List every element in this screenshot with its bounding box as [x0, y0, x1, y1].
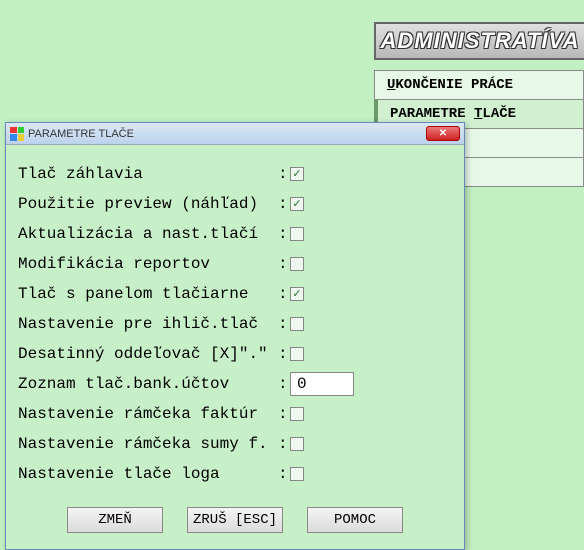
menu-label: UKONČENIE PRÁCE: [387, 77, 513, 93]
label: Nastavenie rámčeka faktúr: [18, 405, 278, 423]
row-desatinny-oddelovac: Desatinný oddeľovač [X]"." :: [18, 339, 452, 369]
row-tlac-s-panelom: Tlač s panelom tlačiarne : ✓: [18, 279, 452, 309]
dialog-body: Tlač záhlavia : ✓ Použitie preview (náhľ…: [6, 145, 464, 549]
row-zoznam-tlac-bank: Zoznam tlač.bank.účtov :: [18, 369, 452, 399]
button-row: ZMEŇ ZRUŠ [ESC] POMOC: [18, 507, 452, 533]
banner-administrativa: ADMINISTRATÍVA: [374, 22, 584, 60]
titlebar: PARAMETRE TLAČE ✕: [6, 123, 464, 145]
row-pouzitie-preview: Použitie preview (náhľad) : ✓: [18, 189, 452, 219]
label: Použitie preview (náhľad): [18, 195, 278, 213]
checkbox-ramceka-faktur[interactable]: [290, 407, 304, 421]
dialog-parametre-tlace: PARAMETRE TLAČE ✕ Tlač záhlavia : ✓ Použ…: [5, 122, 465, 550]
dialog-title: PARAMETRE TLAČE: [28, 128, 426, 140]
label: Desatinný oddeľovač [X]".": [18, 345, 278, 363]
label: Tlač záhlavia: [18, 165, 278, 183]
row-modifikacia: Modifikácia reportov :: [18, 249, 452, 279]
row-aktualizacia: Aktualizácia a nast.tlačí :: [18, 219, 452, 249]
close-icon[interactable]: ✕: [426, 126, 460, 141]
help-button[interactable]: POMOC: [307, 507, 403, 533]
row-ihlic-tlac: Nastavenie pre ihlič.tlač :: [18, 309, 452, 339]
row-ramceka-sumy: Nastavenie rámčeka sumy f. :: [18, 429, 452, 459]
menu-label: PARAMETRE TLAČE: [390, 106, 516, 122]
checkbox-ramceka-sumy[interactable]: [290, 437, 304, 451]
menu-item-ukoncenie[interactable]: UKONČENIE PRÁCE: [374, 70, 584, 100]
window-icon: [10, 127, 24, 141]
checkbox-pouzitie-preview[interactable]: ✓: [290, 197, 304, 211]
input-zoznam-tlac-bank[interactable]: [290, 372, 354, 396]
checkbox-ihlic-tlac[interactable]: [290, 317, 304, 331]
label: Zoznam tlač.bank.účtov: [18, 375, 278, 393]
cancel-button[interactable]: ZRUŠ [ESC]: [187, 507, 283, 533]
checkbox-desatinny-oddelovac[interactable]: [290, 347, 304, 361]
label: Tlač s panelom tlačiarne: [18, 285, 278, 303]
label: Nastavenie rámčeka sumy f.: [18, 435, 278, 453]
change-button[interactable]: ZMEŇ: [67, 507, 163, 533]
checkbox-tlac-loga[interactable]: [290, 467, 304, 481]
checkbox-modifikacia[interactable]: [290, 257, 304, 271]
row-tlac-loga: Nastavenie tlače loga :: [18, 459, 452, 489]
label: Modifikácia reportov: [18, 255, 278, 273]
checkbox-tlac-zahlavia[interactable]: ✓: [290, 167, 304, 181]
label: Nastavenie pre ihlič.tlač: [18, 315, 278, 333]
label: Aktualizácia a nast.tlačí: [18, 225, 278, 243]
checkbox-tlac-s-panelom[interactable]: ✓: [290, 287, 304, 301]
label: Nastavenie tlače loga: [18, 465, 278, 483]
row-tlac-zahlavia: Tlač záhlavia : ✓: [18, 159, 452, 189]
row-ramceka-faktur: Nastavenie rámčeka faktúr :: [18, 399, 452, 429]
checkbox-aktualizacia[interactable]: [290, 227, 304, 241]
